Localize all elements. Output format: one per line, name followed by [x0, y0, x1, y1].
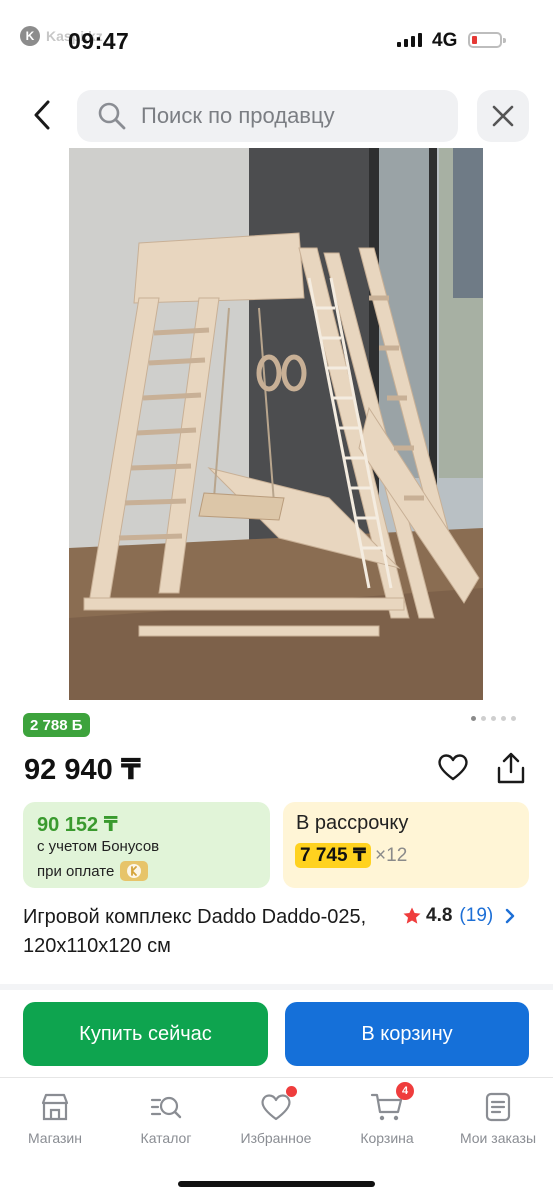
battery-icon: [468, 32, 506, 48]
rating-value: 4.8: [426, 905, 453, 926]
close-icon: [492, 105, 514, 127]
catalog-search-icon: [149, 1090, 183, 1124]
gallery-dot: [471, 716, 476, 721]
add-to-cart-button[interactable]: В корзину: [285, 1002, 529, 1066]
gallery-dot: [481, 716, 486, 721]
search-icon: [98, 102, 126, 130]
favorite-button[interactable]: [436, 750, 470, 784]
reviews-count: (19): [459, 905, 494, 926]
tab-label: Избранное: [240, 1130, 312, 1146]
bonus-price-caption-2: при оплате: [37, 861, 149, 881]
kaspi-logo-icon: K: [20, 26, 40, 46]
buy-now-button[interactable]: Купить сейчас: [23, 1002, 268, 1066]
bonus-price-amount: 90 152 ₸: [37, 814, 118, 836]
orders-icon: [481, 1090, 515, 1124]
tab-cart[interactable]: 4 Корзина: [332, 1082, 442, 1146]
search-placeholder: Поиск по продавцу: [141, 103, 335, 128]
bonus-price-caption: с учетом Бонусов: [37, 838, 160, 855]
rating-link[interactable]: 4.8 (19): [402, 905, 515, 927]
chevron-right-icon: [506, 908, 515, 924]
product-title: Игровой комплекс Daddo Daddo-025, 120х11…: [23, 906, 367, 957]
status-bar: K Kaspi.kz 09:47 4G: [0, 0, 553, 80]
seller-search-input[interactable]: Поиск по продавцу: [77, 90, 458, 142]
tab-favorites[interactable]: Избранное: [221, 1086, 331, 1146]
share-button[interactable]: [494, 750, 528, 786]
signal-icon: [397, 33, 422, 47]
tab-label: Магазин: [27, 1130, 82, 1146]
heart-icon: [438, 754, 468, 781]
home-indicator[interactable]: [178, 1181, 375, 1187]
gallery-dot: [491, 716, 496, 721]
cart-icon: 4: [370, 1082, 414, 1124]
tab-my-orders[interactable]: Мои заказы: [443, 1090, 553, 1146]
close-button[interactable]: [477, 90, 529, 142]
kaspi-bonus-icon: [120, 861, 149, 881]
favorites-indicator-dot: [286, 1086, 297, 1097]
tab-catalog[interactable]: Каталог: [111, 1090, 221, 1146]
installment-title: В рассрочку: [296, 812, 409, 834]
installment-row: 7 745 ₸ ×12: [295, 843, 407, 868]
product-price: 92 940 ₸: [24, 754, 141, 786]
cart-count-badge: 4: [396, 1082, 414, 1100]
tab-label: Каталог: [140, 1130, 192, 1146]
status-time: 09:47: [68, 28, 130, 54]
share-icon: [497, 752, 525, 784]
installment-card[interactable]: В рассрочку 7 745 ₸ ×12: [283, 802, 529, 888]
gallery-dot: [501, 716, 506, 721]
tab-label: Мои заказы: [459, 1130, 537, 1146]
star-icon: [403, 907, 421, 924]
tab-shop[interactable]: Магазин: [0, 1090, 110, 1146]
installment-months: ×12: [375, 844, 408, 866]
product-photo-illustration: [69, 148, 483, 700]
shop-icon: [38, 1090, 72, 1124]
product-image[interactable]: [69, 148, 483, 700]
network-type: 4G: [432, 30, 458, 51]
chevron-left-icon: [34, 100, 50, 130]
bonus-badge: 2 788 Б: [23, 713, 90, 737]
section-divider: [0, 984, 553, 990]
bonus-price-card[interactable]: 90 152 ₸ с учетом Бонусов при оплате: [23, 802, 270, 888]
bonus-price-caption-line2: при оплате: [37, 862, 115, 880]
gallery-pagination: [471, 716, 516, 721]
gallery-dot: [511, 716, 516, 721]
back-button[interactable]: [24, 95, 60, 135]
tab-label: Корзина: [360, 1130, 414, 1146]
installment-monthly: 7 745 ₸: [295, 843, 372, 868]
heart-icon: [259, 1086, 297, 1124]
